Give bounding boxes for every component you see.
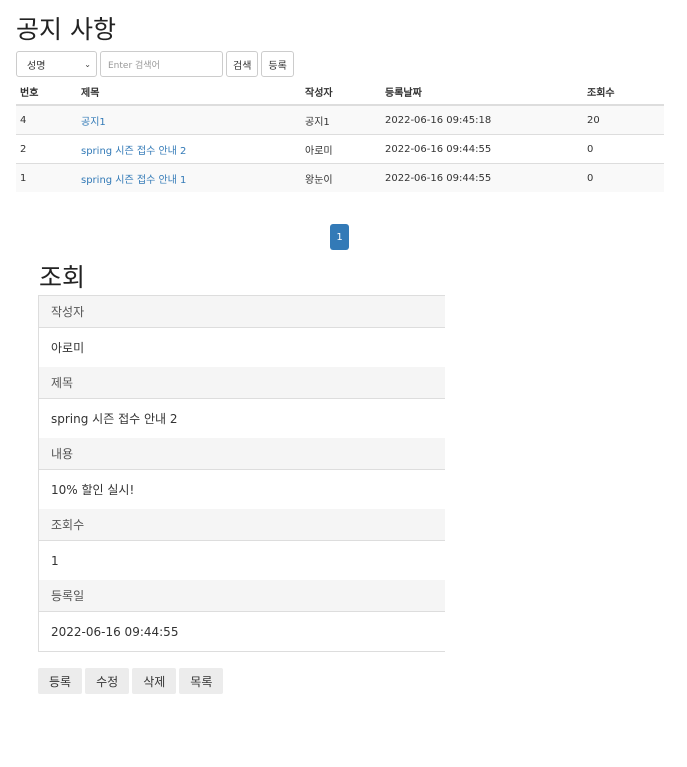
row-views: 0 [583, 163, 664, 192]
action-bar: 등록 수정 삭제 목록 [38, 668, 224, 694]
table-row: 4 공지1 공지1 2022-06-16 09:45:18 20 [16, 104, 664, 135]
field-value-title: spring 시즌 접수 안내 2 [51, 412, 178, 426]
field-label-writer: 작성자 [39, 296, 445, 328]
pagination: 1 [330, 224, 349, 250]
page-title: 공지 사항 [16, 15, 116, 44]
row-title-link[interactable]: 공지1 [81, 117, 106, 128]
row-date: 2022-06-16 09:44:55 [381, 134, 583, 164]
field-value-date: 2022-06-16 09:44:55 [51, 624, 179, 639]
chevron-down-icon: ⌄ [84, 59, 91, 69]
register-action-button[interactable]: 등록 [38, 668, 83, 694]
delete-button[interactable]: 삭제 [132, 668, 177, 694]
row-title-link[interactable]: spring 시즌 접수 안내 1 [81, 175, 186, 186]
register-button[interactable]: 등록 [261, 51, 294, 77]
field-label-title: 제목 [39, 367, 445, 399]
row-no: 4 [16, 104, 77, 135]
table-row: 2 spring 시즌 접수 안내 2 아로미 2022-06-16 09:44… [16, 134, 664, 164]
search-bar: 성명 ⌄ Enter 검색어 검색 등록 [16, 51, 294, 77]
row-title-link[interactable]: spring 시즌 접수 안내 2 [81, 146, 186, 157]
column-header-no: 번호 [16, 78, 77, 106]
field-value-views: 1 [51, 553, 59, 568]
column-header-date: 등록날짜 [381, 78, 583, 106]
row-views: 0 [583, 134, 664, 164]
search-button[interactable]: 검색 [226, 51, 259, 77]
row-writer: 공지1 [301, 104, 381, 135]
row-date: 2022-06-16 09:45:18 [381, 104, 583, 135]
row-date: 2022-06-16 09:44:55 [381, 163, 583, 192]
search-input[interactable]: Enter 검색어 [100, 51, 223, 77]
list-button[interactable]: 목록 [179, 668, 224, 694]
notice-table: 번호 제목 작성자 등록날짜 조회수 4 공지1 공지1 2022-06-16 … [16, 78, 664, 192]
field-label-views: 조회수 [39, 509, 445, 541]
page-button-active[interactable]: 1 [330, 224, 349, 250]
field-label-date: 등록일 [39, 580, 445, 612]
row-writer: 왕눈이 [301, 163, 381, 192]
column-header-title: 제목 [77, 78, 301, 106]
field-value-writer: 아로미 [51, 341, 85, 355]
detail-title: 조회 [39, 263, 86, 292]
row-writer: 아로미 [301, 134, 381, 164]
detail-panel: 작성자 아로미 제목 spring 시즌 접수 안내 2 내용 10% 할인 실… [38, 295, 445, 652]
table-header-row: 번호 제목 작성자 등록날짜 조회수 [16, 78, 664, 106]
field-value-content: 10% 할인 실시! [51, 483, 135, 497]
column-header-writer: 작성자 [301, 78, 381, 106]
row-views: 20 [583, 104, 664, 135]
field-label-content: 내용 [39, 438, 445, 470]
row-no: 2 [16, 134, 77, 164]
table-row: 1 spring 시즌 접수 안내 1 왕눈이 2022-06-16 09:44… [16, 163, 664, 192]
edit-button[interactable]: 수정 [85, 668, 130, 694]
search-field-select[interactable]: 성명 ⌄ [16, 51, 97, 77]
row-no: 1 [16, 163, 77, 192]
column-header-views: 조회수 [583, 78, 664, 106]
search-field-selected: 성명 [27, 60, 46, 72]
